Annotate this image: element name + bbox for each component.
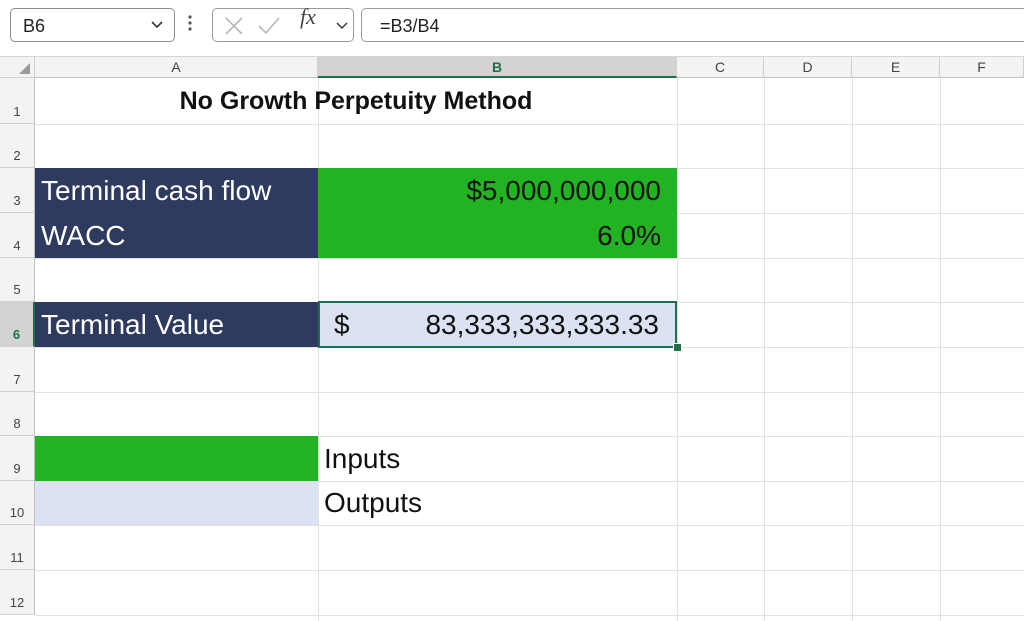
row-header-7[interactable]: 7 (0, 347, 35, 392)
more-options-icon[interactable] (187, 12, 193, 39)
legend-input-swatch (35, 436, 318, 481)
column-header-b[interactable]: B (318, 57, 677, 78)
row-header-4[interactable]: 4 (0, 213, 35, 258)
currency-symbol: $ (334, 308, 350, 340)
column-header-d[interactable]: D (764, 57, 852, 78)
row-header-10[interactable]: 10 (0, 481, 35, 525)
gridline (35, 525, 1024, 526)
gridline (764, 78, 765, 621)
cell-b6-selected[interactable]: $ 83,333,333,333.33 (318, 301, 677, 348)
chevron-down-icon[interactable] (335, 19, 349, 38)
legend-inputs-label[interactable]: Inputs (318, 436, 677, 481)
enter-icon[interactable] (257, 15, 281, 42)
cell-a6[interactable]: Terminal Value (35, 302, 318, 347)
formula-controls (212, 8, 354, 42)
cell-a3[interactable]: Terminal cash flow (35, 168, 318, 213)
chevron-down-icon[interactable] (150, 17, 164, 36)
gridline (35, 124, 1024, 125)
cell-a1-title[interactable]: No Growth Perpetuity Method (35, 79, 677, 124)
row-header-11[interactable]: 11 (0, 525, 35, 570)
row-header-12[interactable]: 12 (0, 570, 35, 615)
insert-function-button[interactable]: fx (300, 4, 316, 30)
formula-text: =B3/B4 (380, 16, 440, 36)
gridline (318, 78, 319, 621)
cell-b3[interactable]: $5,000,000,000 (318, 168, 677, 213)
row-header-1[interactable]: 1 (0, 78, 35, 124)
column-header-a[interactable]: A (35, 57, 318, 78)
row-header-9[interactable]: 9 (0, 436, 35, 481)
cell-b6-value: 83,333,333,333.33 (425, 308, 659, 340)
cell-a4[interactable]: WACC (35, 213, 318, 258)
gridline (35, 615, 1024, 616)
gridline (35, 570, 1024, 571)
row-header-8[interactable]: 8 (0, 392, 35, 436)
name-box[interactable]: B6 (10, 8, 175, 42)
column-header-c[interactable]: C (677, 57, 764, 78)
formula-bar: B6 fx =B3/B4 (0, 0, 1024, 57)
column-header-f[interactable]: F (940, 57, 1024, 78)
gridline (35, 258, 1024, 259)
name-box-value: B6 (23, 16, 46, 36)
row-header-6[interactable]: 6 (0, 302, 35, 347)
legend-outputs-label[interactable]: Outputs (318, 481, 677, 525)
formula-input[interactable]: =B3/B4 (361, 8, 1024, 42)
gridline (940, 78, 941, 621)
row-header-5[interactable]: 5 (0, 258, 35, 302)
legend-output-swatch (35, 481, 318, 525)
row-header-2[interactable]: 2 (0, 124, 35, 168)
row-header-3[interactable]: 3 (0, 168, 35, 213)
select-all-button[interactable] (0, 57, 35, 78)
gridline (852, 78, 853, 621)
gridline (35, 392, 1024, 393)
cell-b4[interactable]: 6.0% (318, 213, 677, 258)
column-header-e[interactable]: E (852, 57, 940, 78)
cancel-icon[interactable] (223, 15, 245, 42)
fill-handle[interactable] (673, 343, 682, 352)
